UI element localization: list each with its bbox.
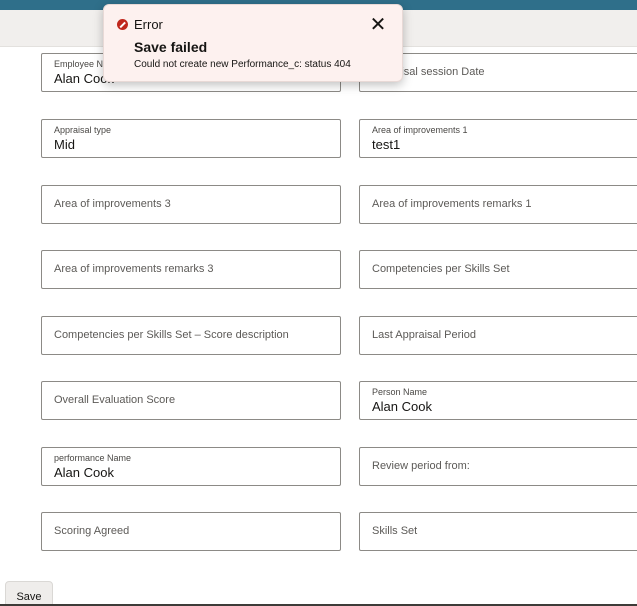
toast-type-label: Error xyxy=(134,17,163,32)
area-of-improvements-remarks-3-field[interactable]: Area of improvements remarks 3 xyxy=(41,250,341,289)
close-icon[interactable]: ✕ xyxy=(368,15,388,35)
error-toast: Error ✕ Save failed Could not create new… xyxy=(103,4,403,82)
person-name-field[interactable]: Person Name Alan Cook xyxy=(359,381,637,420)
last-appraisal-period-placeholder: Last Appraisal Period xyxy=(372,329,476,341)
overall-evaluation-score-placeholder: Overall Evaluation Score xyxy=(54,394,176,406)
area-of-improvements-remarks-1-field[interactable]: Area of improvements remarks 1 xyxy=(359,185,637,224)
area-of-improvements-remarks-3-placeholder: Area of improvements remarks 3 xyxy=(54,263,214,275)
area-of-improvements-1-field[interactable]: Area of improvements 1 test1 xyxy=(359,119,637,158)
toast-detail: Could not create new Performance_c: stat… xyxy=(134,59,351,70)
performance-name-value: Alan Cook xyxy=(54,465,114,480)
review-period-from-field[interactable]: Review period from: xyxy=(359,447,637,486)
area-of-improvements-3-field[interactable]: Area of improvements 3 xyxy=(41,185,341,224)
error-icon xyxy=(117,19,128,30)
scoring-agreed-placeholder: Scoring Agreed xyxy=(54,525,130,537)
person-name-value: Alan Cook xyxy=(372,399,432,414)
competencies-score-description-field[interactable]: Competencies per Skills Set – Score desc… xyxy=(41,316,341,355)
skills-set-field[interactable]: Skills Set xyxy=(359,512,637,551)
person-name-label: Person Name xyxy=(372,387,428,397)
review-period-from-placeholder: Review period from: xyxy=(372,460,470,472)
area-of-improvements-1-value: test1 xyxy=(372,137,401,152)
appraisal-type-field[interactable]: Appraisal type Mid xyxy=(41,119,341,158)
area-of-improvements-1-label: Area of improvements 1 xyxy=(372,125,468,135)
competencies-per-skills-set-placeholder: Competencies per Skills Set xyxy=(372,263,510,275)
scoring-agreed-field[interactable]: Scoring Agreed xyxy=(41,512,341,551)
competencies-per-skills-set-field[interactable]: Competencies per Skills Set xyxy=(359,250,637,289)
save-button[interactable]: Save xyxy=(5,581,53,606)
appraisal-type-label: Appraisal type xyxy=(54,125,112,135)
last-appraisal-period-field[interactable]: Last Appraisal Period xyxy=(359,316,637,355)
competencies-score-description-placeholder: Competencies per Skills Set – Score desc… xyxy=(54,329,289,341)
performance-name-label: performance Name xyxy=(54,453,132,463)
toast-headline: Save failed xyxy=(134,39,208,55)
area-of-improvements-remarks-1-placeholder: Area of improvements remarks 1 xyxy=(372,198,532,210)
area-of-improvements-3-placeholder: Area of improvements 3 xyxy=(54,198,171,210)
skills-set-placeholder: Skills Set xyxy=(372,525,418,537)
performance-name-field[interactable]: performance Name Alan Cook xyxy=(41,447,341,486)
page: Employee Name Alan Cook Appraisal sessio… xyxy=(0,0,637,606)
appraisal-type-value: Mid xyxy=(54,137,75,152)
overall-evaluation-score-field[interactable]: Overall Evaluation Score xyxy=(41,381,341,420)
